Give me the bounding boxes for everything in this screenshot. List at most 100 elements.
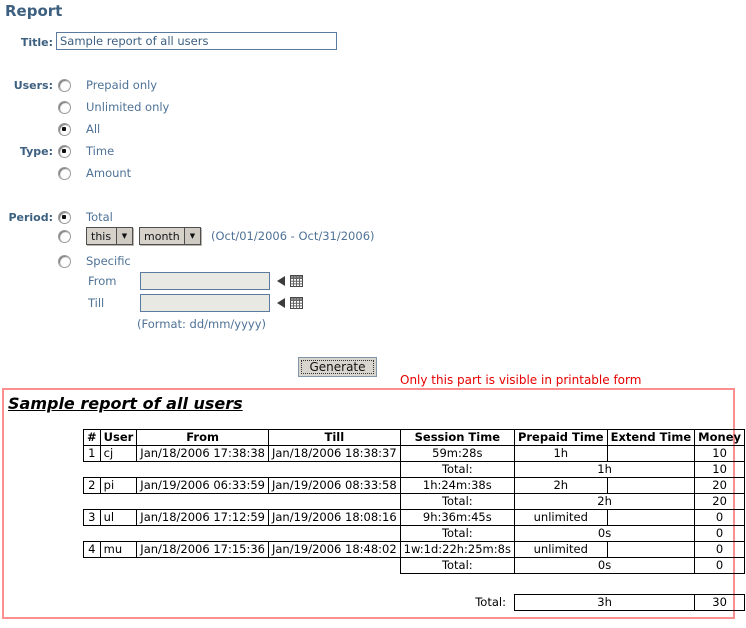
cell-extend [606,509,696,526]
grand-total-label: Total: [475,595,506,609]
cell-user: mu [99,541,138,558]
row-total: Total: 2h 20 [84,493,745,510]
select-value: month [144,230,180,243]
cell-from: Jan/18/2006 17:15:36 [136,541,269,558]
generate-button[interactable]: Generate [298,357,377,377]
till-date-arrow-icon[interactable] [277,298,285,308]
total-time-cell: 0s [513,557,696,574]
radio-period-specific[interactable] [58,254,71,268]
chevron-down-icon: ▼ [116,228,132,244]
radio-period-total[interactable] [58,210,71,224]
from-date-input[interactable] [140,272,270,290]
period-option-label: Specific [86,254,131,268]
col-header-extend-time: Extend Time [606,429,696,446]
cell-till: Jan/19/2006 08:33:58 [267,477,401,494]
radio-period-relative[interactable] [58,229,71,243]
radio-users-all[interactable] [58,122,71,136]
period-label: Period: [8,211,53,224]
cell-money: 0 [694,541,745,558]
period-option-specific: Specific [58,254,131,268]
printable-note: Only this part is visible in printable f… [400,373,642,387]
col-header-from: From [136,429,269,446]
cell-from: Jan/18/2006 17:12:59 [136,509,269,526]
period-range-hint: (Oct/01/2006 - Oct/31/2006) [211,229,375,243]
from-calendar-icon[interactable] [290,275,303,287]
users-option-label: Unlimited only [86,100,170,114]
grand-total-row: Total: 3h 30 [84,594,745,611]
cell-money: 0 [694,509,745,526]
title-label: Title: [20,36,53,49]
table-header-row: # User From Till Session Time Prepaid Ti… [83,429,745,446]
title-input[interactable] [56,32,337,50]
radio-type-time[interactable] [58,144,71,158]
users-label: Users: [13,79,53,92]
period-unit-select[interactable]: month ▼ [139,227,201,245]
cell-session: 1w:1d:22h:25m:8s [399,541,515,558]
cell-user: pi [99,477,138,494]
till-date-row: Till [88,294,303,312]
col-header-user: User [99,429,138,446]
cell-num: 1 [83,445,101,462]
cell-num: 2 [83,477,101,494]
period-option-relative: this ▼ month ▼ (Oct/01/2006 - Oct/31/200… [58,227,375,245]
total-label-cell: Total: [399,461,515,478]
table-spacer-row [84,574,745,595]
radio-users-prepaid-only[interactable] [58,78,71,92]
total-spacer-cell [84,526,401,542]
cell-user: ul [99,509,138,526]
col-header-till: Till [267,429,401,446]
cell-user: cj [99,445,138,462]
cell-from: Jan/18/2006 17:38:38 [136,445,269,462]
till-calendar-icon[interactable] [290,297,303,309]
cell-from: Jan/19/2006 06:33:59 [136,477,269,494]
total-money-cell: 20 [694,493,745,510]
total-time-cell: 1h [513,461,696,478]
till-date-input[interactable] [140,294,270,312]
type-option-label: Amount [86,166,132,180]
printable-report-box: Sample report of all users # User From T… [2,388,745,619]
total-spacer-cell [84,558,401,574]
total-money-cell: 0 [694,557,745,574]
cell-extend [606,477,696,494]
cell-till: Jan/19/2006 18:08:16 [267,509,401,526]
period-option-label: Total [86,210,113,224]
from-label: From [88,274,117,288]
cell-extend [606,445,696,462]
page-title: Report [5,2,63,20]
col-header-num: # [83,429,101,446]
radio-type-amount[interactable] [58,166,71,180]
cell-session: 1h:24m:38s [399,477,515,494]
users-option-all: All [58,122,100,136]
table-row: 4 mu Jan/18/2006 17:15:36 Jan/19/2006 18… [83,541,745,558]
from-date-arrow-icon[interactable] [277,276,285,286]
report-table: # User From Till Session Time Prepaid Ti… [83,429,745,611]
from-date-row: From [88,272,303,290]
cell-prepaid: unlimited [513,509,608,526]
row-total: Total: 1h 10 [84,461,745,478]
grand-total-spacer-cell [84,595,401,611]
cell-prepaid: 2h [513,477,608,494]
cell-till: Jan/19/2006 18:48:02 [267,541,401,558]
total-money-cell: 10 [694,461,745,478]
cell-money: 10 [694,445,745,462]
row-total: Total: 0s 0 [84,525,745,542]
report-title: Sample report of all users [8,394,243,413]
total-label-cell: Total: [399,525,515,542]
total-label-cell: Total: [399,557,515,574]
radio-users-unlimited-only[interactable] [58,100,71,114]
cell-extend [606,541,696,558]
users-option-prepaid: Prepaid only [58,78,157,92]
type-option-time: Time [58,144,114,158]
type-option-label: Time [86,144,115,158]
total-spacer-cell [84,494,401,510]
col-header-session-time: Session Time [399,429,515,446]
cell-num: 3 [83,509,101,526]
table-row: 2 pi Jan/19/2006 06:33:59 Jan/19/2006 08… [83,477,745,494]
period-this-select[interactable]: this ▼ [86,227,133,245]
users-option-label: All [86,122,101,136]
date-format-hint: (Format: dd/mm/yyyy) [137,317,267,331]
type-option-amount: Amount [58,166,131,180]
cell-money: 20 [694,477,745,494]
cell-session: 59m:28s [399,445,515,462]
period-option-total: Total [58,210,113,224]
